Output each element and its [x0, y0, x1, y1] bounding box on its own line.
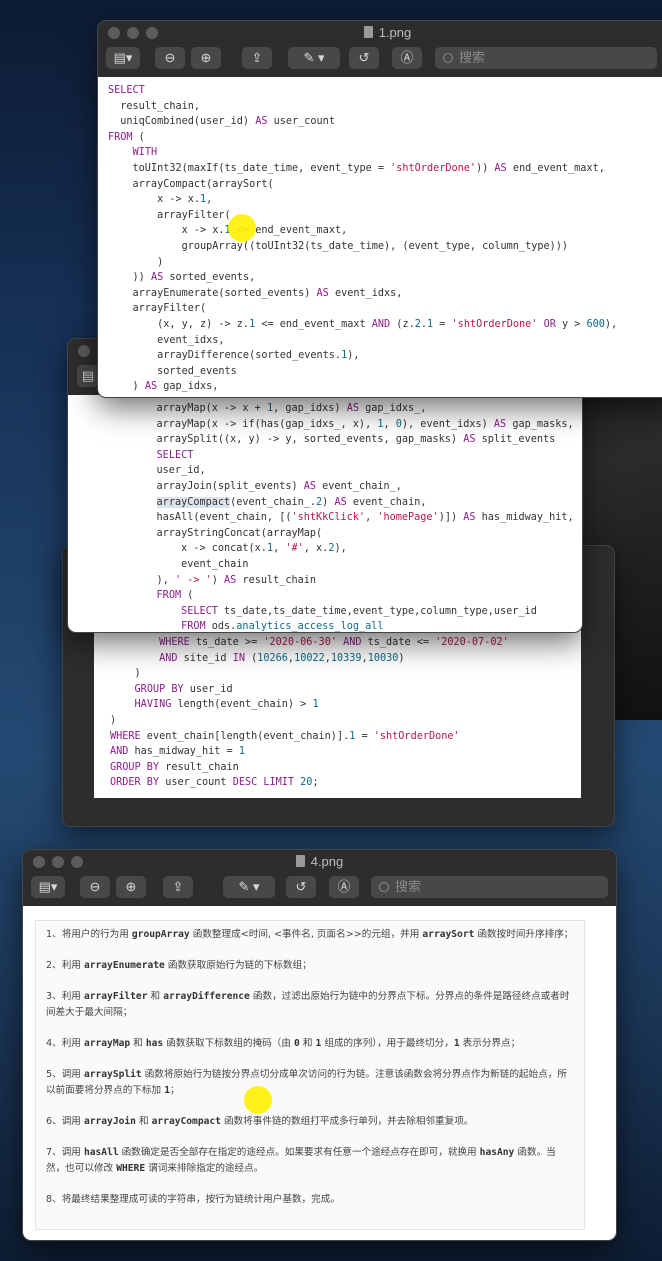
code-line: ) AS gap_idxs, — [108, 381, 219, 393]
code-line: arrayMap(x -> x + 1, gap_idxs) AS gap_id… — [132, 403, 427, 414]
sidebar-toggle-icon[interactable]: ▤ — [77, 365, 99, 387]
code-line: AND site_id IN (10266,10022,10339,10030) — [159, 652, 405, 664]
note-item: 2、利用 arrayEnumerate 函数获取原始行为链的下标数组； — [46, 960, 312, 971]
code-line: arrayJoin(split_events) AS event_chain_, — [132, 480, 402, 492]
code-line: result_chain, — [108, 100, 201, 112]
note-item: 4、利用 arrayMap 和 has 函数获取下标数组的掩码（由 0 和 1 … — [46, 1038, 521, 1049]
share-icon[interactable]: ⇪ — [163, 876, 193, 898]
toolbar-1: ▤▾ ⊖ ⊕ ⇪ ✎ ▾ ↺ Ⓐ 搜索 — [98, 45, 662, 75]
code-line: ) — [110, 668, 141, 680]
code-line: event_chain — [132, 558, 249, 570]
code-line: AND has_midway_hit = 1 — [110, 746, 245, 758]
code-panel-2: arrayMap(x -> x + 1, gap_idxs) AS gap_id… — [68, 395, 582, 632]
png-file-icon — [363, 26, 373, 38]
code-panel-1: SELECT result_chain, uniqCombined(user_i… — [98, 77, 662, 397]
code-line: arrayMap(x -> if(has(gap_idxs_, x), 1, 0… — [132, 418, 574, 430]
zoom-out-icon[interactable]: ⊖ — [155, 47, 185, 69]
titlebar-1: 1.png — [98, 21, 662, 45]
code-line: ), ' -> ') AS result_chain — [132, 574, 317, 586]
code-line: arrayEnumerate(sorted_events) AS event_i… — [108, 287, 403, 299]
code-line: sorted_events — [108, 365, 237, 377]
notes-panel: 1、将用户的行为用 groupArray 函数整理成<时间, <事件名, 页面名… — [23, 906, 616, 1240]
note-item: 7、调用 hasAll 函数确定是否全部存在指定的途经点。如果要求有任意一个途经… — [46, 1147, 556, 1174]
code-line: GROUP BY result_chain — [110, 761, 239, 773]
code-line: SELECT — [108, 85, 145, 96]
code-line: SELECT — [156, 449, 194, 461]
note-item: 1、将用户的行为用 groupArray 函数整理成<时间, <事件名, 页面名… — [46, 929, 574, 940]
preview-window-1: 1.png ▤▾ ⊖ ⊕ ⇪ ✎ ▾ ↺ Ⓐ 搜索 SELECT result_… — [97, 20, 662, 398]
titlebar-3: 4.png — [23, 850, 616, 874]
toolbar-3: ▤▾ ⊖ ⊕ ⇪ ✎ ▾ ↺ Ⓐ 搜索 — [23, 874, 616, 904]
search-input[interactable]: 搜索 — [371, 876, 608, 898]
code-line: FROM ( — [156, 590, 194, 602]
preview-window-4: 4.png ▤▾ ⊖ ⊕ ⇪ ✎ ▾ ↺ Ⓐ 搜索 1、将用户的行为用 grou… — [22, 849, 617, 1241]
code-line: WHERE ts_date >= '2020-06-30' AND ts_dat… — [159, 637, 509, 648]
code-line: SELECT ts_date,ts_date_time,event_type,c… — [181, 605, 537, 617]
cursor-highlight — [228, 214, 256, 242]
note-item: 3、利用 arrayFilter 和 arrayDifference 函数，过滤… — [46, 991, 570, 1018]
code-panel-3: WHERE ts_date >= '2020-06-30' AND ts_dat… — [94, 630, 581, 798]
code-line: ORDER BY user_count DESC LIMIT 20; — [110, 777, 319, 789]
window-title: 4.png — [310, 854, 344, 869]
code-line: arrayCompact(arraySort( — [108, 178, 274, 190]
code-line: arrayStringConcat(arrayMap( — [132, 527, 323, 539]
zoom-in-icon[interactable]: ⊕ — [116, 876, 146, 898]
rotate-icon[interactable]: ↺ — [349, 47, 379, 69]
annotate-icon[interactable]: Ⓐ — [392, 47, 422, 69]
code-line: WHERE event_chain[length(event_chain)].1… — [110, 730, 460, 742]
code-line: arrayCompact(event_chain_.2) AS event_ch… — [156, 496, 427, 508]
search-input[interactable]: 搜索 — [435, 47, 657, 69]
code-block-1: SELECT result_chain, uniqCombined(user_i… — [108, 83, 662, 395]
close-button[interactable] — [78, 345, 90, 357]
code-line: arraySplit((x, y) -> y, sorted_events, g… — [132, 434, 556, 446]
code-line: arrayFilter( — [108, 209, 231, 221]
code-line: toUInt32(maxIf(ts_date_time, event_type … — [108, 162, 605, 174]
code-line: event_idxs, — [108, 334, 225, 346]
code-line: x -> x.1, — [108, 194, 213, 206]
zoom-in-icon[interactable]: ⊕ — [191, 47, 221, 69]
markup-pen-icon[interactable]: ✎ ▾ — [223, 876, 275, 898]
code-line: FROM ( — [108, 131, 145, 143]
code-line: groupArray((toUInt32(ts_date_time), (eve… — [108, 240, 569, 252]
code-line: user_id, — [132, 465, 206, 477]
markup-pen-icon[interactable]: ✎ ▾ — [288, 47, 340, 69]
code-line: (x, y, z) -> z.1 <= end_event_maxt AND (… — [108, 318, 618, 330]
code-line: arrayFilter( — [108, 303, 207, 315]
search-icon — [379, 882, 389, 892]
code-line: ) — [108, 256, 164, 268]
annotate-icon[interactable]: Ⓐ — [329, 876, 359, 898]
code-line: GROUP BY user_id — [134, 683, 233, 695]
zoom-out-icon[interactable]: ⊖ — [80, 876, 110, 898]
code-line: ) — [110, 714, 117, 726]
note-item: 8、将最终结果整理成可读的字符串，按行为链统计用户基数，完成。 — [46, 1194, 340, 1205]
code-line: uniqCombined(user_id) AS user_count — [108, 116, 335, 128]
code-line: arrayDifference(sorted_events.1), — [108, 350, 360, 362]
note-item: 5、调用 arraySplit 函数将原始行为链按分界点切分成单次访问的行为链。… — [46, 1069, 567, 1096]
code-line: HAVING length(event_chain) > 1 — [134, 699, 319, 711]
cursor-highlight — [244, 1086, 272, 1114]
code-line: FROM ods.analytics_access_log_all — [181, 621, 384, 633]
code-block-3: WHERE ts_date >= '2020-06-30' AND ts_dat… — [110, 635, 581, 791]
rotate-icon[interactable]: ↺ — [286, 876, 316, 898]
code-line: WITH — [132, 147, 158, 159]
search-icon — [443, 53, 453, 63]
code-line: hasAll(event_chain, [('shtKkClick', 'hom… — [132, 512, 574, 524]
code-line: )) AS sorted_events, — [108, 272, 256, 284]
share-icon[interactable]: ⇪ — [242, 47, 272, 69]
note-item: 6、调用 arrayJoin 和 arrayCompact 函数将事件链的数组打… — [46, 1116, 474, 1127]
notes-list: 1、将用户的行为用 groupArray 函数整理成<时间, <事件名, 页面名… — [35, 920, 585, 1230]
sidebar-toggle-icon[interactable]: ▤▾ — [106, 47, 140, 69]
code-line: x -> concat(x.1, '#', x.2), — [132, 543, 347, 555]
sidebar-toggle-icon[interactable]: ▤▾ — [31, 876, 65, 898]
png-file-icon — [295, 855, 305, 867]
code-block-2: arrayMap(x -> x + 1, gap_idxs) AS gap_id… — [132, 401, 582, 633]
window-title: 1.png — [378, 25, 412, 40]
